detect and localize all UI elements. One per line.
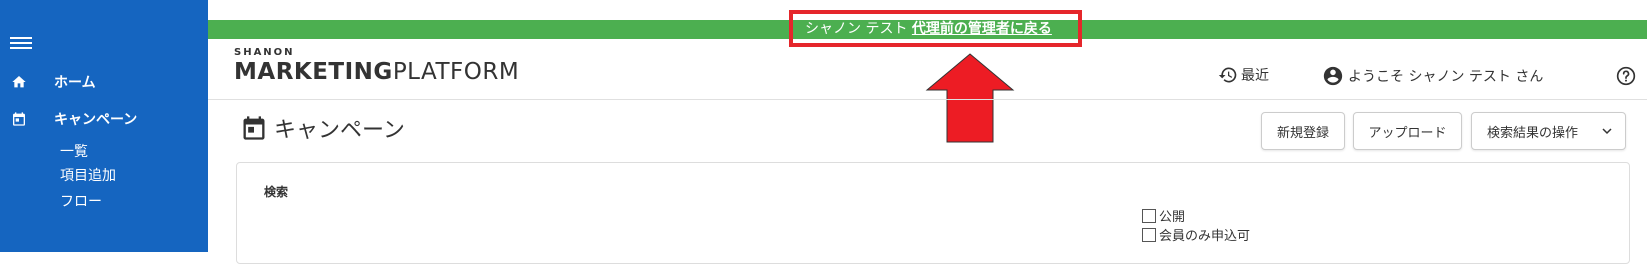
calendar-icon: [10, 110, 28, 128]
sidebar-item-home[interactable]: ホーム: [10, 72, 96, 92]
logo-main-bold: MARKETING: [234, 59, 393, 85]
red-arrow-annotation: [925, 53, 1015, 143]
recent-button[interactable]: 最近: [1218, 65, 1269, 85]
header-divider: [208, 99, 1647, 100]
user-menu[interactable]: ようこそ シャノン テスト さん: [1322, 65, 1543, 87]
logo-main-light: PLATFORM: [392, 59, 520, 85]
history-icon: [1218, 67, 1237, 83]
menu-toggle-icon[interactable]: [10, 34, 32, 52]
search-panel: [236, 162, 1630, 264]
checkbox-label: 会員のみ申込可: [1159, 229, 1251, 244]
dropdown-label: 検索結果の操作: [1487, 125, 1579, 141]
upload-button[interactable]: アップロード: [1353, 112, 1462, 150]
search-results-actions-dropdown[interactable]: 検索結果の操作: [1471, 112, 1626, 150]
checkbox-box[interactable]: [1142, 208, 1156, 223]
sidebar-subitem-list[interactable]: 一覧: [60, 141, 88, 161]
calendar-icon: [243, 116, 265, 140]
highlight-box: [789, 10, 1082, 47]
help-icon[interactable]: [1616, 66, 1636, 86]
page-title: キャンペーン: [240, 112, 405, 144]
members-only-checkbox[interactable]: 会員のみ申込可: [1142, 225, 1250, 244]
sidebar-item-label: ホーム: [54, 75, 96, 91]
sidebar-item-label: キャンペーン: [54, 112, 138, 128]
checkbox-box[interactable]: [1142, 227, 1156, 242]
page-title-text: キャンペーン: [274, 118, 405, 143]
checkbox-label: 公開: [1159, 210, 1186, 225]
logo-small-text: SHANON: [234, 47, 295, 58]
new-registration-button[interactable]: 新規登録: [1261, 112, 1345, 150]
search-panel-title: 検索: [264, 185, 289, 199]
sidebar-subitem-flow[interactable]: フロー: [60, 191, 102, 211]
account-icon: [1323, 66, 1343, 86]
sidebar-item-campaign[interactable]: キャンペーン: [10, 109, 137, 129]
recent-label: 最近: [1241, 68, 1269, 84]
welcome-text: ようこそ シャノン テスト さん: [1348, 69, 1544, 85]
public-checkbox[interactable]: 公開: [1142, 206, 1185, 225]
chevron-down-icon: [1602, 128, 1612, 135]
sidebar: ホーム キャンペーン 一覧 項目追加 フロー: [0, 0, 208, 252]
sidebar-subitem-add-field[interactable]: 項目追加: [60, 165, 116, 185]
logo[interactable]: MARKETINGPLATFORM: [234, 59, 519, 85]
home-icon: [10, 73, 28, 91]
